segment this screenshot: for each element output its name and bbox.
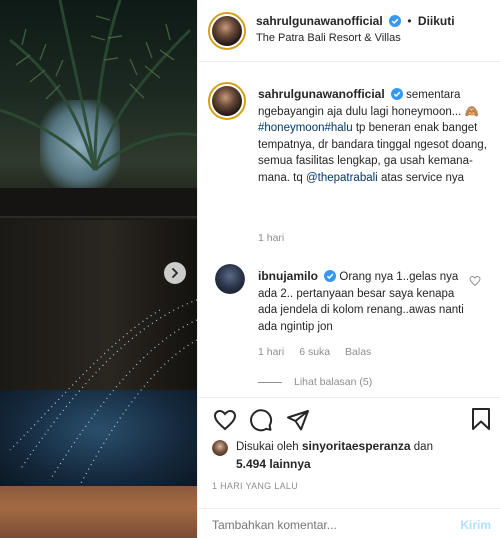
comment-input[interactable] — [212, 518, 432, 532]
caption-author-avatar[interactable] — [208, 82, 246, 120]
verified-badge-icon — [324, 270, 337, 282]
hashtag-link[interactable]: #halu — [325, 122, 353, 134]
caption-time[interactable]: 1 hari — [258, 232, 284, 244]
verified-badge-icon — [390, 88, 403, 100]
comment-meta: 1 hari 6 suka Balas — [258, 346, 383, 358]
reply-button[interactable]: Balas — [345, 346, 371, 358]
view-replies-button[interactable]: Lihat balasan (5) — [258, 376, 372, 388]
like-heart-icon[interactable] — [213, 408, 237, 432]
post-details-panel: sahrulgunawanofficial • Diikuti The Patr… — [197, 0, 500, 538]
palm-leaves — [0, 0, 197, 172]
hashtag-link[interactable]: #honeymoon — [258, 122, 325, 134]
follow-status-button[interactable]: Diikuti — [418, 14, 455, 28]
monkey-emoji: 🙈 — [464, 105, 479, 118]
next-photo-button[interactable] — [164, 262, 186, 284]
comment-like-heart-icon[interactable] — [469, 275, 481, 287]
author-username[interactable]: sahrulgunawanofficial — [256, 14, 383, 28]
verified-badge-icon — [389, 15, 402, 27]
post-location[interactable]: The Patra Bali Resort & Villas — [256, 32, 401, 44]
post-comment-button[interactable]: Kirim — [460, 518, 491, 532]
pool-deck — [0, 486, 197, 538]
save-bookmark-icon[interactable] — [470, 407, 492, 431]
share-paper-plane-icon[interactable] — [286, 408, 310, 432]
caption-author-username[interactable]: sahrulgunawanofficial — [258, 87, 385, 101]
liker-username[interactable]: sinyoritaesperanza — [302, 439, 411, 453]
comment-time[interactable]: 1 hari — [258, 346, 284, 358]
mention-link[interactable]: @thepatrabali — [306, 172, 378, 184]
commenter-avatar[interactable] — [215, 264, 245, 294]
comment-bubble-icon[interactable] — [249, 408, 273, 432]
post-timestamp[interactable]: 1 HARI YANG LALU — [212, 481, 298, 491]
comment-text: ibnujamilo Orang nya 1..gelas nya ada 2.… — [258, 269, 464, 333]
caption-text: sahrulgunawanofficial sementara ngebayan… — [258, 87, 487, 184]
commenter-username[interactable]: ibnujamilo — [258, 269, 318, 283]
other-likes-button[interactable]: 5.494 lainnya — [236, 457, 311, 471]
post-header: sahrulgunawanofficial • Diikuti The Patr… — [198, 0, 500, 62]
comment-bar: Kirim — [198, 508, 500, 538]
caption-meta: 1 hari — [258, 232, 296, 244]
replies-divider — [258, 381, 282, 383]
liker-avatar[interactable] — [212, 440, 228, 456]
chevron-right-icon — [172, 268, 178, 278]
comment-like-count[interactable]: 6 suka — [299, 346, 330, 358]
author-avatar[interactable] — [208, 12, 246, 50]
water-splash — [9, 299, 197, 486]
action-bar — [198, 397, 500, 441]
